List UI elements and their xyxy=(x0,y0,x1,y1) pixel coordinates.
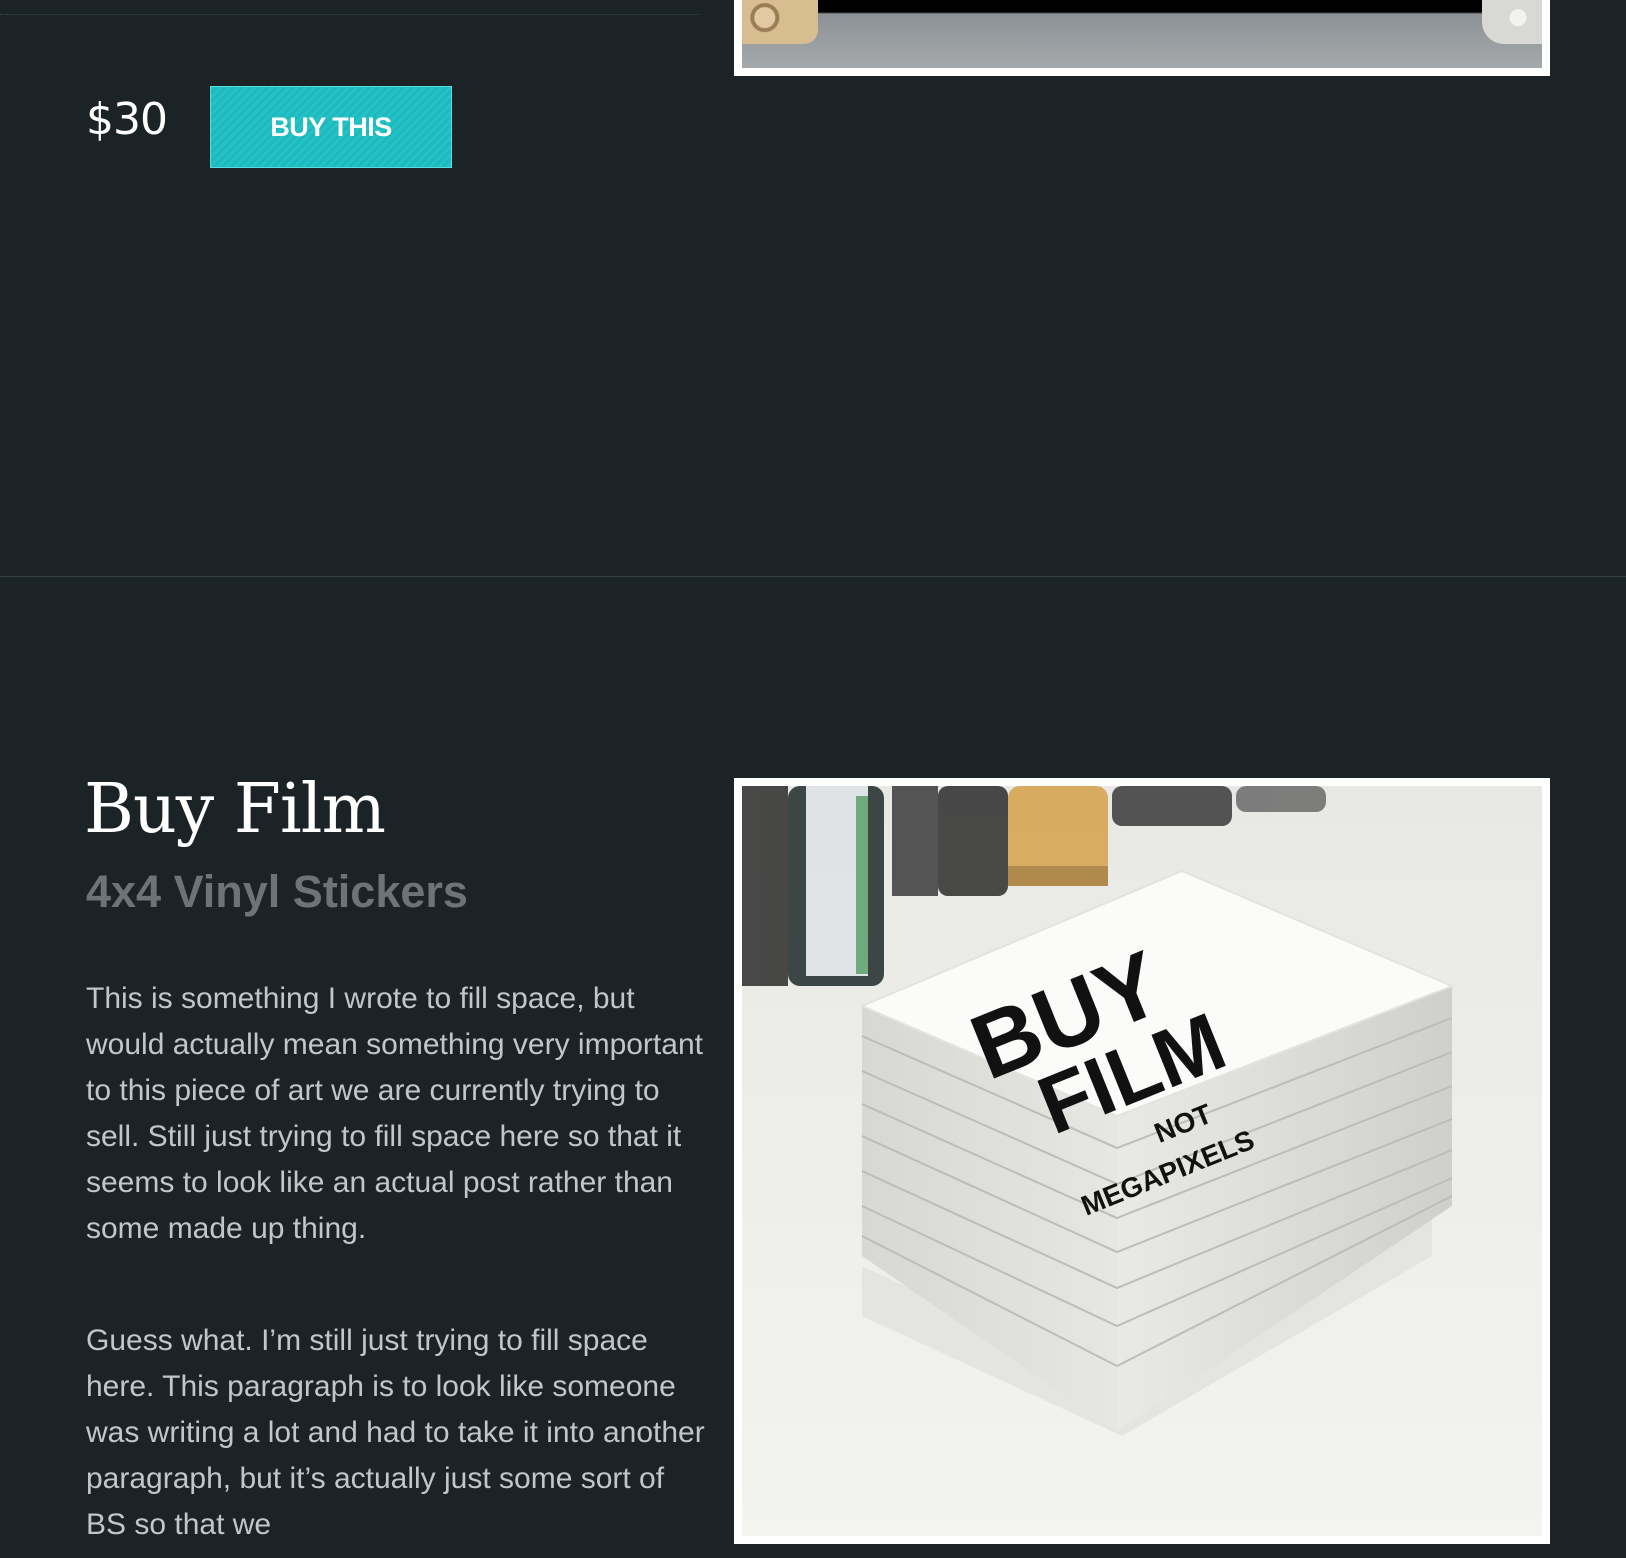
sticker-stack-photo: BUY FILM NOT MEGAPIXELS xyxy=(742,786,1542,1536)
product-subtitle: 4x4 Vinyl Stickers xyxy=(86,866,468,917)
price: $30 xyxy=(86,94,168,145)
stone-photo-detail xyxy=(1482,0,1542,44)
product-title: Buy Film xyxy=(84,770,386,849)
divider xyxy=(0,14,700,15)
product-description-paragraph: This is something I wrote to fill space,… xyxy=(86,982,703,1245)
section-divider xyxy=(0,576,1626,577)
product-image: BUY FILM NOT MEGAPIXELS xyxy=(734,778,1550,1544)
jar-photo-detail xyxy=(742,0,818,44)
product-description-paragraph: Guess what. I’m still just trying to fil… xyxy=(86,1324,705,1541)
buy-this-button[interactable]: BUY THIS xyxy=(210,86,452,168)
previous-product-image xyxy=(734,0,1550,76)
